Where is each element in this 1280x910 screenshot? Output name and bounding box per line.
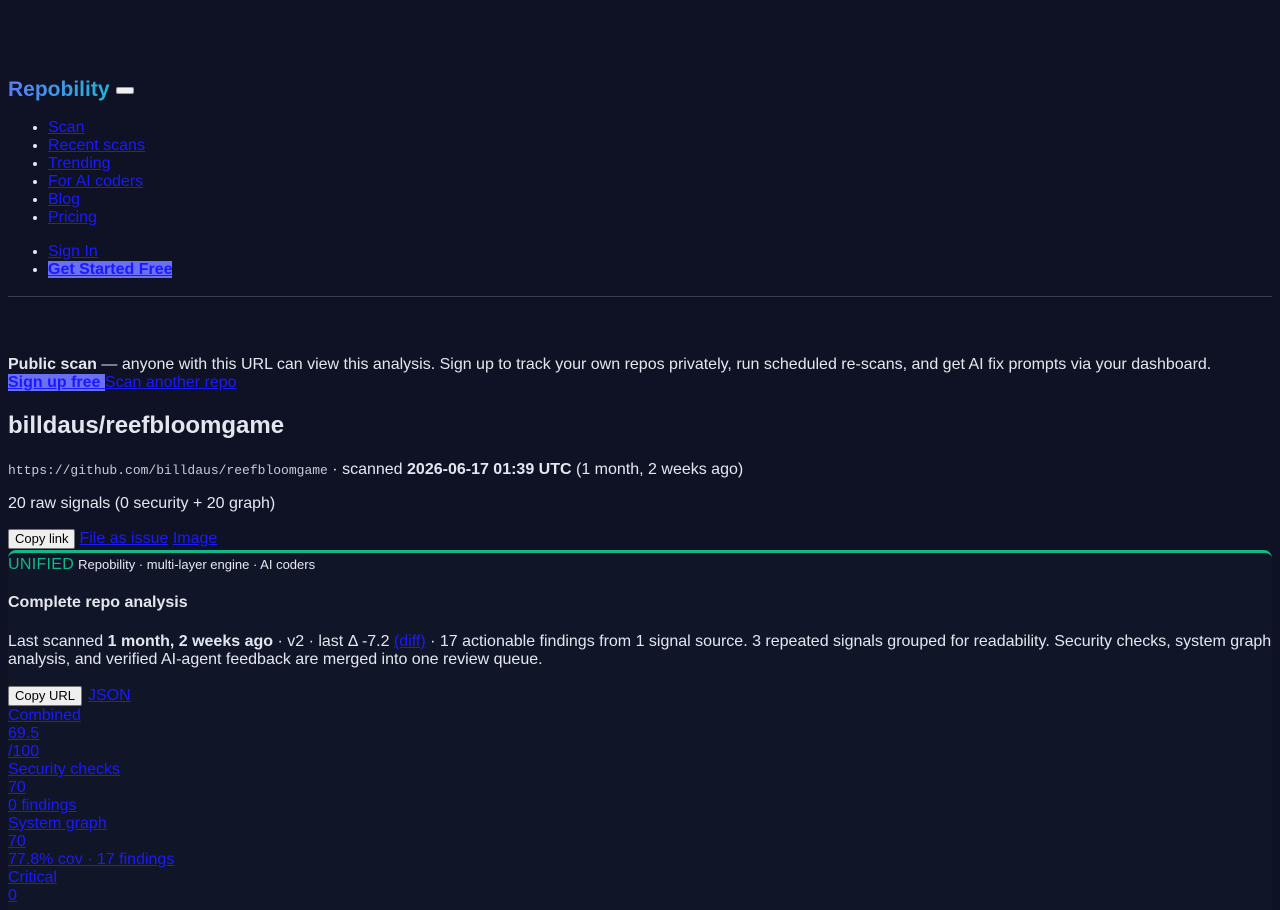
- desc-mid: · v2 · last Δ -7.2: [273, 633, 394, 650]
- panel-tagline: UNIFIED Repobility · multi-layer engine …: [8, 556, 315, 574]
- diff-link[interactable]: (diff): [394, 633, 426, 650]
- header-divider: [8, 296, 1272, 297]
- nav-item-recent-scans: Recent scans: [48, 137, 145, 155]
- repo-actions: Copy link File as issue Image: [8, 529, 217, 549]
- stat-graph-label[interactable]: System graph: [8, 815, 174, 833]
- desc-prefix: Last scanned: [8, 633, 108, 650]
- json-link[interactable]: JSON: [88, 687, 131, 705]
- sign-up-free-button[interactable]: Sign up free: [8, 374, 105, 391]
- stat-graph-coverage[interactable]: 77.8% cov · 17 findings: [8, 851, 174, 869]
- public-scan-label: Public scan: [8, 356, 97, 373]
- image-link[interactable]: Image: [173, 530, 217, 548]
- stat-security-label[interactable]: Security checks: [8, 761, 174, 779]
- scan-meta: https://github.com/billdaus/reefbloomgam…: [8, 460, 743, 481]
- repo-title: billdaus/reefbloomgame: [8, 412, 285, 439]
- stat-combined-score[interactable]: 69.5: [8, 725, 174, 743]
- brand-logo[interactable]: Repobility: [8, 78, 110, 102]
- nav-item-ai-coders: For AI coders: [48, 173, 145, 191]
- stat-critical-count[interactable]: 0: [8, 887, 174, 905]
- stat-combined-max[interactable]: /100: [8, 743, 174, 761]
- scanned-ago: (1 month, 2 weeks ago): [571, 461, 744, 478]
- scan-another-repo-link[interactable]: Scan another repo: [105, 374, 237, 391]
- sign-in-link[interactable]: Sign In: [48, 243, 98, 260]
- copy-link-button[interactable]: Copy link: [8, 529, 76, 549]
- main-nav: Scan Recent scans Trending For AI coders…: [8, 119, 145, 227]
- stat-combined-label[interactable]: Combined: [8, 707, 174, 725]
- menu-toggle-button[interactable]: [115, 87, 134, 94]
- nav-link-scan[interactable]: Scan: [48, 119, 84, 136]
- unified-badge: UNIFIED: [8, 556, 75, 573]
- banner-links: Sign up free Scan another repo: [8, 374, 237, 392]
- header: Repobility: [8, 78, 134, 102]
- scanned-prefix: · scanned: [327, 461, 408, 478]
- panel-actions: Copy URL JSON: [8, 686, 131, 706]
- nav-link-ai-coders[interactable]: For AI coders: [48, 173, 143, 190]
- stat-security-findings[interactable]: 0 findings: [8, 797, 174, 815]
- nav-link-pricing[interactable]: Pricing: [48, 209, 97, 226]
- stat-critical-label[interactable]: Critical: [8, 869, 174, 887]
- score-stats: Combined 69.5 /100 Security checks 70 0 …: [8, 707, 174, 905]
- nav-item-blog: Blog: [48, 191, 145, 209]
- nav-item-sign-in: Sign In: [48, 243, 172, 261]
- copy-url-button[interactable]: Copy URL: [8, 686, 82, 706]
- nav-link-trending[interactable]: Trending: [48, 155, 111, 172]
- file-as-issue-link[interactable]: File as issue: [79, 530, 168, 548]
- nav-item-scan: Scan: [48, 119, 145, 137]
- raw-signals-summary: 20 raw signals (0 security + 20 graph): [8, 495, 276, 512]
- stat-security-score[interactable]: 70: [8, 779, 174, 797]
- panel-description: Last scanned 1 month, 2 weeks ago · v2 ·…: [8, 633, 1272, 669]
- nav-link-recent-scans[interactable]: Recent scans: [48, 137, 145, 154]
- unified-analysis-panel: UNIFIED Repobility · multi-layer engine …: [8, 550, 1272, 910]
- repo-url: https://github.com/billdaus/reefbloomgam…: [8, 463, 328, 478]
- public-scan-text: — anyone with this URL can view this ana…: [96, 356, 1212, 373]
- nav-item-get-started: Get Started Free: [48, 261, 173, 279]
- public-scan-banner: Public scan — anyone with this URL can v…: [8, 356, 1272, 374]
- scanned-at: 2026-06-17 01:39 UTC: [407, 461, 572, 478]
- nav-link-blog[interactable]: Blog: [48, 191, 80, 208]
- panel-heading: Complete repo analysis: [8, 594, 188, 611]
- auth-nav: Sign In Get Started Free: [8, 243, 173, 279]
- nav-item-pricing: Pricing: [48, 209, 145, 227]
- get-started-button[interactable]: Get Started Free: [48, 261, 173, 278]
- stat-graph-score[interactable]: 70: [8, 833, 174, 851]
- last-scanned-ago: 1 month, 2 weeks ago: [107, 633, 274, 650]
- engine-subtitle: Repobility · multi-layer engine · AI cod…: [78, 557, 316, 572]
- nav-item-trending: Trending: [48, 155, 145, 173]
